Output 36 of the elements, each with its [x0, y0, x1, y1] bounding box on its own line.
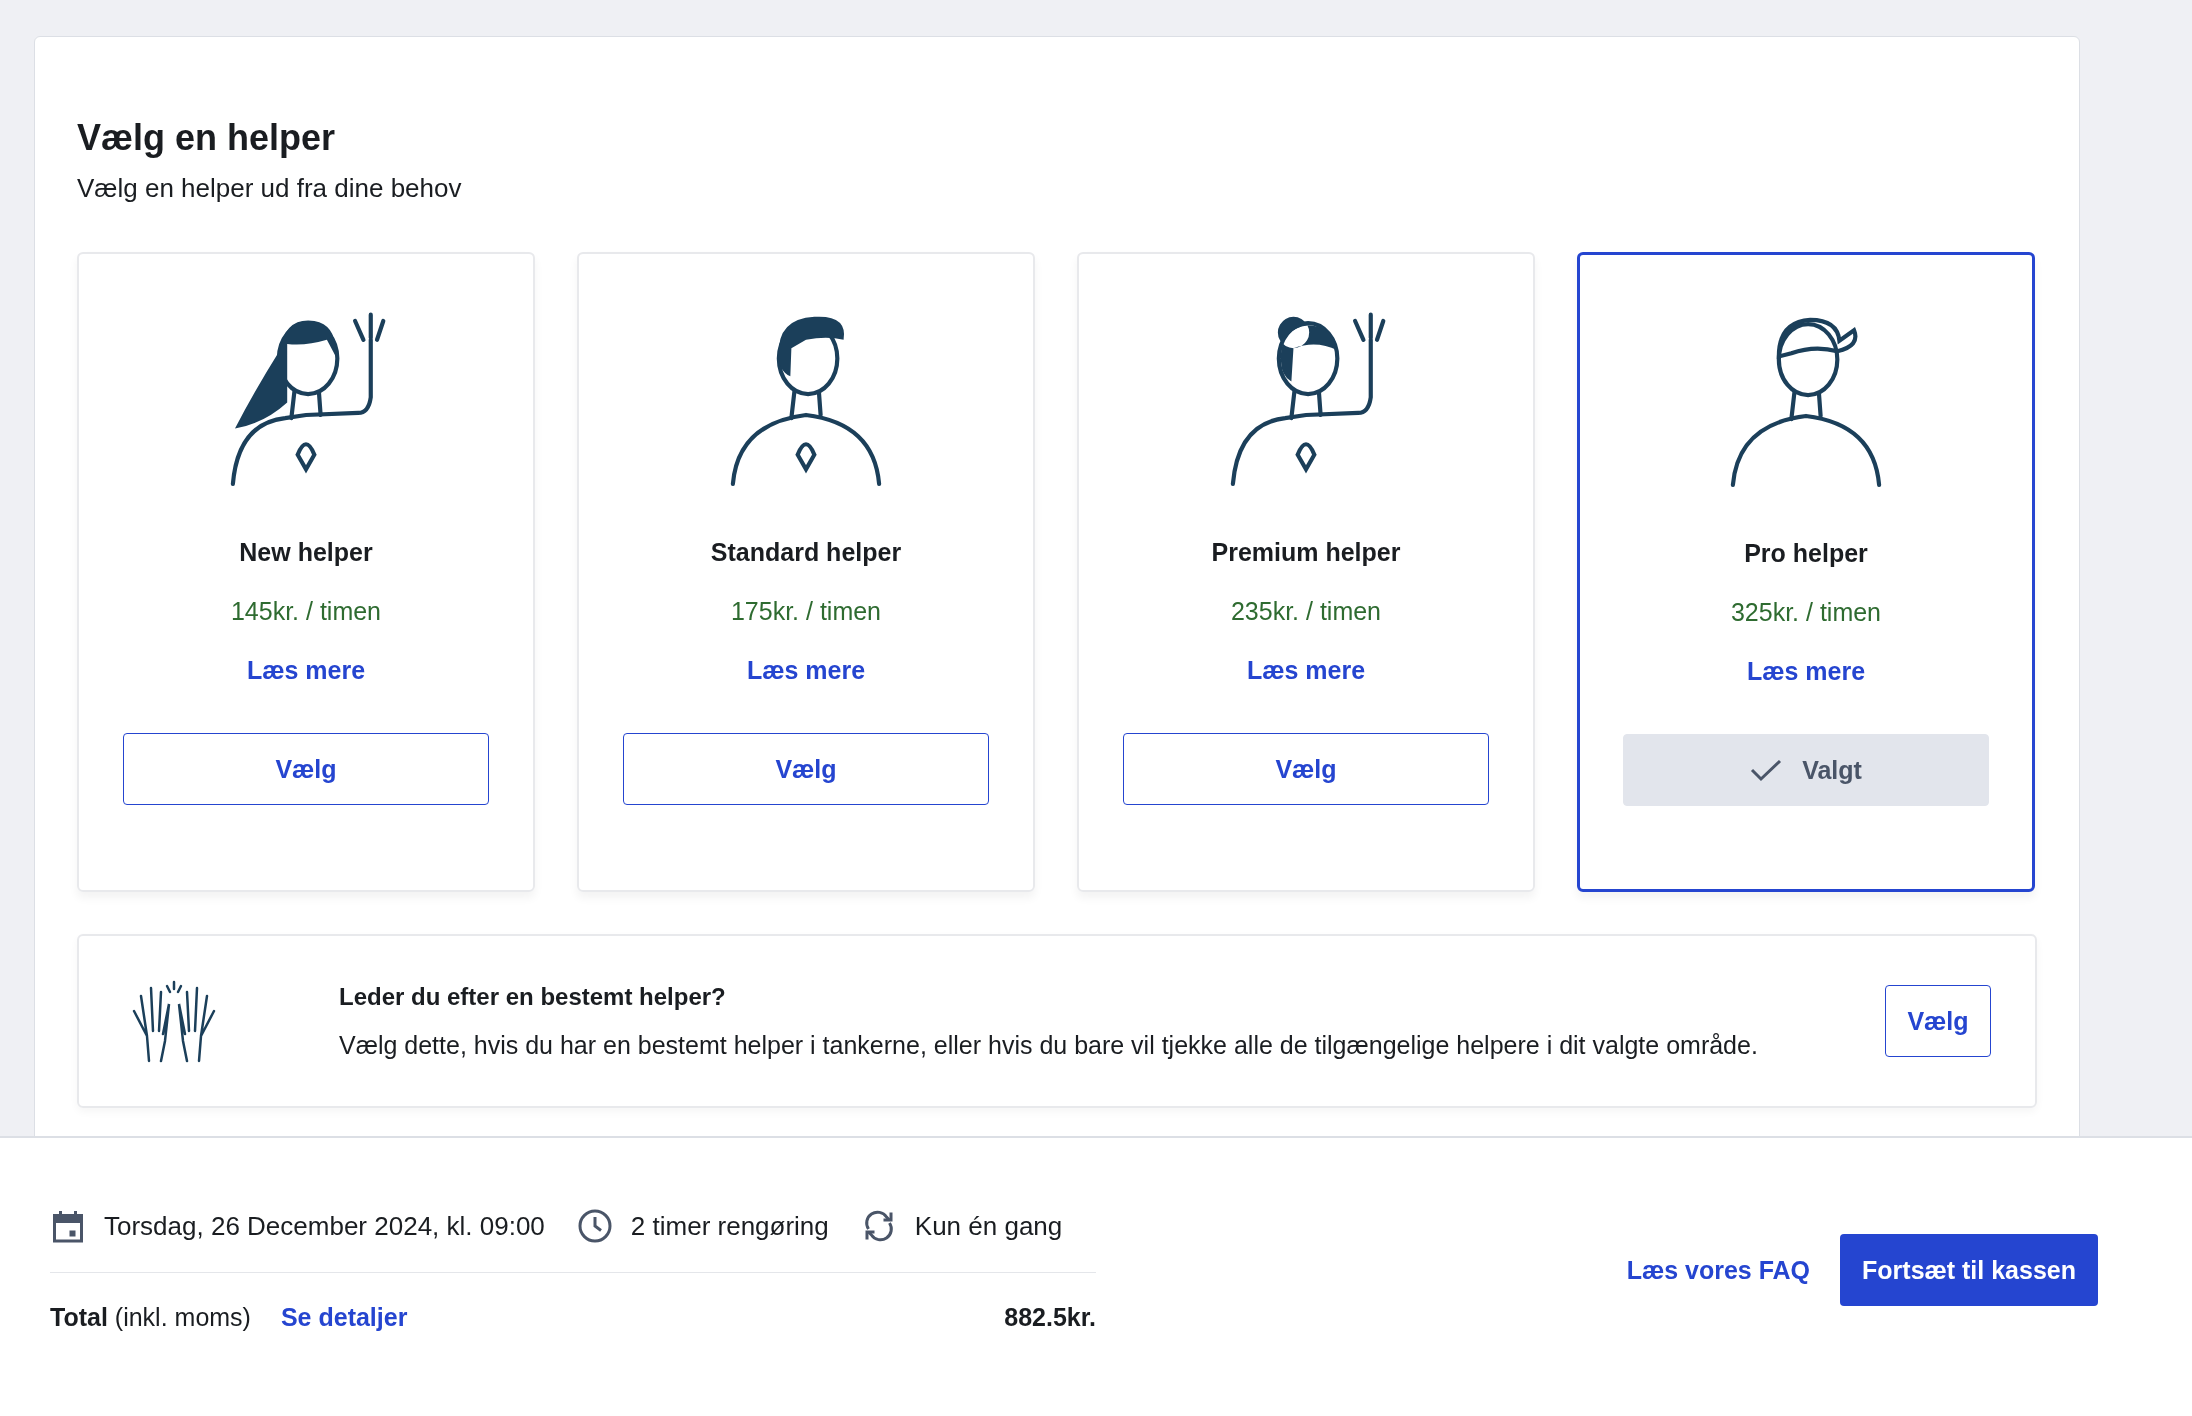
summary-text: Kun én gang [914, 1210, 1063, 1242]
helper-card[interactable]: New helper 145kr. / timen Læs mere Vælg [77, 252, 535, 892]
helper-card[interactable]: Pro helper 325kr. / timen Læs mere Valgt [1577, 252, 2035, 892]
helper-name: New helper [239, 538, 373, 567]
helper-price: 235kr. / timen [1230, 597, 1382, 626]
total-label: Total (inkl. moms) [50, 1303, 251, 1332]
banner-text: Vælg dette, hvis du har en bestemt helper i tankerne, eller hvis du bare vil tjekke alle de tilgængelige helpere i dit valgte område. [339, 1030, 1759, 1060]
read-more-link[interactable]: Læs mere [746, 656, 866, 685]
summary-text: 2 timer rengøring [630, 1210, 829, 1242]
helper-price: 145kr. / timen [230, 597, 382, 626]
helper-price: 175kr. / timen [730, 597, 882, 626]
helper-card[interactable]: Premium helper 235kr. / timen Læs mere Vælg [1077, 252, 1535, 892]
banner-title: Leder du efter en bestemt helper? [339, 982, 727, 1011]
read-more-link[interactable]: Læs mere [1746, 657, 1866, 686]
helper-name: Standard helper [710, 538, 902, 567]
check-icon [1750, 758, 1783, 782]
helper-name: Premium helper [1211, 538, 1401, 567]
choose-button[interactable]: Vælg [123, 733, 489, 805]
choose-button[interactable]: Valgt [1623, 734, 1989, 806]
calendar-icon [50, 1208, 86, 1244]
summary-text: Torsdag, 26 December 2024, kl. 09:00 [104, 1210, 545, 1242]
faq-link[interactable]: Læs vores FAQ [1626, 1255, 1811, 1285]
read-more-link[interactable]: Læs mere [1246, 656, 1366, 685]
checkout-button[interactable]: Fortsæt til kassen [1840, 1234, 2098, 1306]
helper-card[interactable]: Standard helper 175kr. / timen Læs mere Vælg [577, 252, 1035, 892]
clock-icon [576, 1208, 613, 1244]
choose-button[interactable]: Vælg [1885, 985, 1991, 1057]
helper-name: Pro helper [1744, 539, 1868, 568]
helper-price: 325kr. / timen [1730, 598, 1882, 627]
total-amount: 882.5kr. [1004, 1303, 1096, 1332]
choose-button[interactable]: Vælg [623, 733, 989, 805]
choose-button[interactable]: Vælg [1123, 733, 1489, 805]
details-link[interactable]: Se detaljer [280, 1303, 408, 1332]
panel-title: Vælg en helper [77, 117, 337, 159]
read-more-link[interactable]: Læs mere [246, 656, 366, 685]
panel-subtitle: Vælg en helper ud fra dine behov [77, 173, 463, 204]
